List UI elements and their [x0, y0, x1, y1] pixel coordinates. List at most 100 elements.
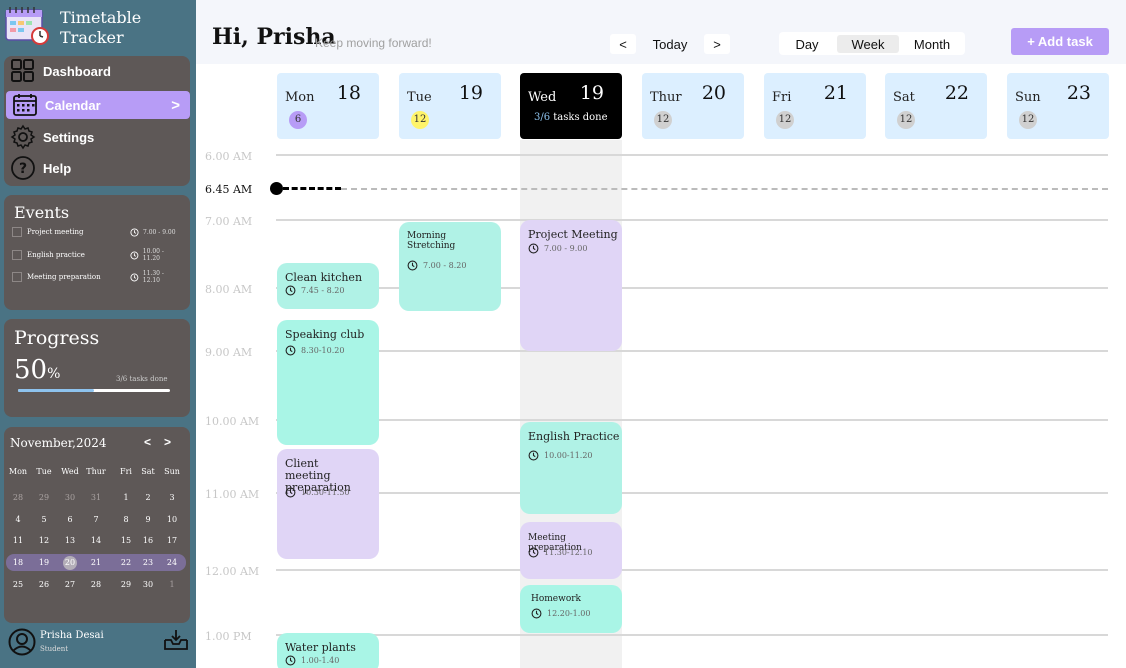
mini-calendar-day[interactable]: 30 [58, 491, 82, 505]
task-card[interactable]: Client meeting preparation 10.30-11.50 [277, 449, 379, 559]
event-checkbox[interactable] [12, 227, 22, 237]
mini-calendar-day[interactable]: 25 [6, 578, 30, 592]
clock-icon [528, 450, 539, 461]
current-time-line [283, 187, 341, 190]
nav-item-calendar[interactable]: Calendar > [6, 91, 190, 119]
user-role: Student [40, 645, 69, 653]
mini-calendar-next-button[interactable]: > [164, 435, 171, 449]
mini-calendar-day[interactable]: 9 [136, 513, 160, 527]
hour-line [276, 154, 1108, 156]
hour-line [276, 492, 1108, 494]
mini-calendar-dow: Tue [36, 467, 52, 476]
add-task-button[interactable]: + Add task [1011, 28, 1109, 55]
view-day-button[interactable]: Day [782, 35, 832, 53]
next-week-button[interactable]: > [704, 34, 730, 54]
mini-calendar-day[interactable]: 6 [58, 513, 82, 527]
mini-calendar-day[interactable]: 17 [160, 534, 184, 548]
clock-icon [285, 285, 296, 296]
event-checkbox[interactable] [12, 250, 22, 260]
current-time-line-extension [341, 188, 1108, 190]
mini-calendar-day[interactable]: 4 [6, 513, 30, 527]
mini-calendar-day[interactable]: 28 [6, 491, 30, 505]
mini-calendar-day[interactable]: 18 [6, 556, 30, 570]
day-name: Thur [650, 90, 682, 105]
mini-calendar-day[interactable]: 20 [58, 556, 82, 570]
mini-calendar-day[interactable]: 23 [136, 556, 160, 570]
mini-calendar-day[interactable]: 11 [6, 534, 30, 548]
mini-calendar-day[interactable]: 13 [58, 534, 82, 548]
event-checkbox[interactable] [12, 272, 22, 282]
mini-calendar-day[interactable]: 1 [160, 578, 184, 592]
day-header-wed[interactable]: Wed 19 3/6 tasks done [520, 73, 622, 139]
task-time-text: 12.20-1.00 [547, 609, 591, 618]
task-time: 12.20-1.00 [531, 608, 590, 619]
mini-calendar-day[interactable]: 16 [136, 534, 160, 548]
mini-calendar-prev-button[interactable]: < [144, 435, 151, 449]
mini-calendar-day[interactable]: 12 [32, 534, 56, 548]
task-count-badge: 12 [1019, 111, 1037, 129]
nav-item-settings[interactable]: Settings [4, 123, 190, 151]
mini-calendar-dow: Sat [141, 467, 155, 476]
mini-calendar-day[interactable]: 28 [84, 578, 108, 592]
today-button[interactable]: Today [644, 34, 696, 54]
mini-calendar-day[interactable]: 21 [84, 556, 108, 570]
mini-calendar-day[interactable]: 29 [114, 578, 138, 592]
chevron-right-icon: > [171, 96, 180, 114]
day-header-sat[interactable]: Sat 22 12 [885, 73, 987, 139]
mini-calendar-day[interactable]: 14 [84, 534, 108, 548]
mini-calendar-day[interactable]: 22 [114, 556, 138, 570]
mini-calendar-day[interactable]: 5 [32, 513, 56, 527]
day-header-tue[interactable]: Tue 19 12 [399, 73, 501, 139]
day-header-mon[interactable]: Mon 18 6 [277, 73, 379, 139]
task-card[interactable]: Project Meeting 7.00 - 9.00 [520, 220, 622, 351]
mini-calendar-day[interactable]: 31 [84, 491, 108, 505]
task-card[interactable]: Speaking club 8.30-10.20 [277, 320, 379, 445]
mini-calendar-day[interactable]: 27 [58, 578, 82, 592]
clock-icon: 11.30 - 12.10 [130, 270, 182, 284]
task-time: 7.45 - 8.20 [285, 285, 344, 296]
mini-calendar-day[interactable]: 15 [114, 534, 138, 548]
day-name: Wed [528, 90, 557, 105]
progress-bar-fill [18, 389, 94, 392]
view-month-button[interactable]: Month [903, 35, 961, 53]
day-header-thu[interactable]: Thur 20 12 [642, 73, 744, 139]
task-card[interactable]: English Practice 10.00-11.20 [520, 422, 622, 514]
mini-calendar-day[interactable]: 29 [32, 491, 56, 505]
task-time-text: 11.30-12.10 [544, 548, 593, 557]
event-item[interactable]: Meeting preparation 11.30 - 12.10 [12, 270, 182, 284]
mini-calendar-day[interactable]: 26 [32, 578, 56, 592]
tasks-done-label: tasks done [550, 112, 608, 123]
clock-icon [285, 487, 296, 498]
time-label: 8.00 AM [205, 283, 253, 296]
mini-calendar-day[interactable]: 7 [84, 513, 108, 527]
mini-calendar-day[interactable]: 3 [160, 491, 184, 505]
inbox-download-icon[interactable] [163, 628, 189, 652]
mini-calendar-day[interactable]: 10 [160, 513, 184, 527]
mini-calendar-day[interactable]: 19 [32, 556, 56, 570]
mini-calendar-day[interactable]: 8 [114, 513, 138, 527]
nav-label: Dashboard [43, 63, 111, 79]
nav-item-help[interactable]: ? Help [4, 154, 190, 182]
task-card[interactable]: Morning Stretching 7.00 - 8.20 [399, 222, 501, 311]
event-item[interactable]: English practice 10.00 - 11.20 [12, 248, 182, 262]
task-card[interactable]: Clean kitchen 7.45 - 8.20 [277, 263, 379, 309]
mini-calendar-day[interactable]: 30 [136, 578, 160, 592]
day-header-sun[interactable]: Sun 23 12 [1007, 73, 1109, 139]
task-card[interactable]: Water plants 1.00-1.40 [277, 633, 379, 668]
nav-item-dashboard[interactable]: Dashboard [4, 57, 190, 85]
event-item[interactable]: Project meeting 7.00 - 9.00 [12, 225, 182, 239]
task-title: Morning Stretching [407, 231, 456, 251]
mini-calendar-day[interactable]: 24 [160, 556, 184, 570]
user-avatar-icon[interactable] [8, 628, 36, 656]
prev-week-button[interactable]: < [610, 34, 636, 54]
task-time-text: 10.00-11.20 [544, 451, 593, 460]
task-card[interactable]: Meeting preparation 11.30-12.10 [520, 522, 622, 579]
event-label: Project meeting [27, 228, 84, 236]
day-header-fri[interactable]: Fri 21 12 [764, 73, 866, 139]
view-week-button[interactable]: Week [837, 35, 899, 53]
task-card[interactable]: Homework 12.20-1.00 [520, 585, 622, 633]
clock-icon [407, 260, 418, 271]
task-time: 7.00 - 9.00 [528, 243, 587, 254]
mini-calendar-day[interactable]: 1 [114, 491, 138, 505]
mini-calendar-day[interactable]: 2 [136, 491, 160, 505]
